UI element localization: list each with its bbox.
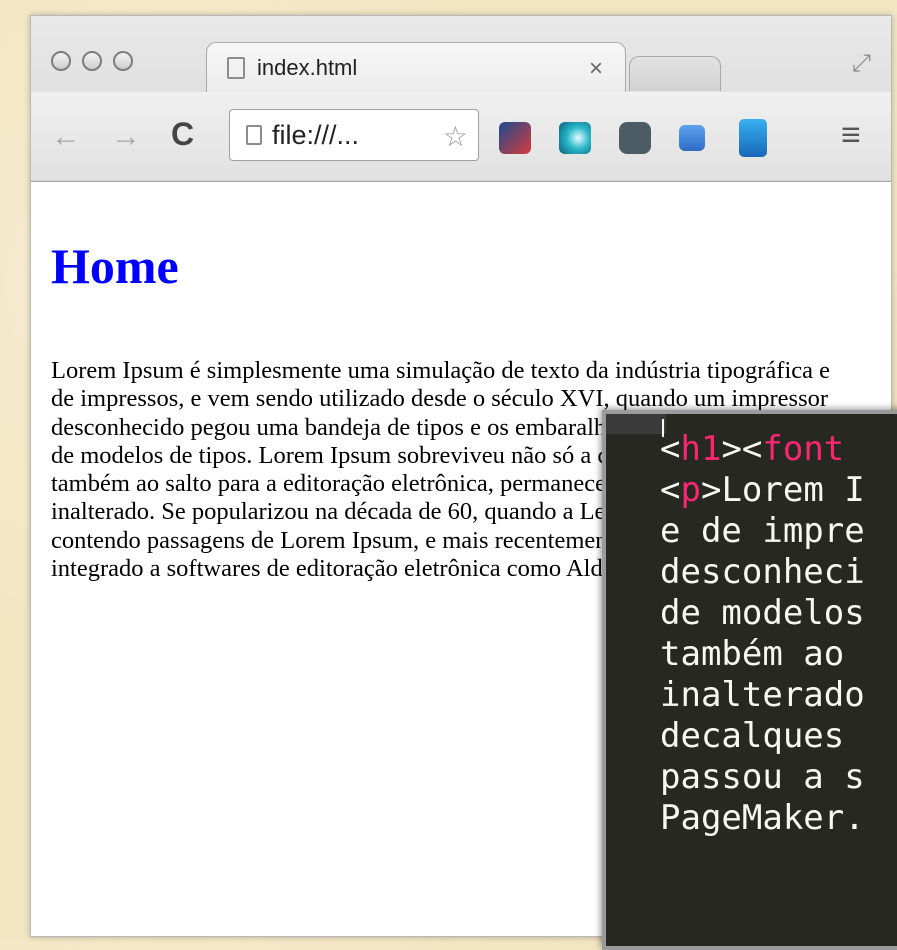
menu-button[interactable]: ≡ — [841, 116, 861, 155]
window-controls — [51, 51, 133, 71]
code-text: Lorem I — [721, 470, 865, 510]
document-icon — [227, 56, 245, 79]
calendar-icon[interactable] — [679, 125, 705, 151]
code-line-3: e de impre — [660, 511, 865, 551]
url-text[interactable]: file:///... — [272, 120, 359, 151]
page-icon — [246, 125, 262, 145]
pocket-icon[interactable] — [619, 122, 651, 154]
code-line-6: também ao — [660, 634, 865, 674]
close-window-button[interactable] — [51, 51, 71, 71]
code-line-1: <h1><font — [660, 429, 845, 469]
editor-gutter — [606, 414, 666, 434]
minimize-window-button[interactable] — [82, 51, 102, 71]
code-editor-panel: <h1><font <p>Lorem I e de impre desconhe… — [602, 410, 897, 950]
code-tag: font — [762, 429, 845, 469]
code-line-8: decalques — [660, 716, 865, 756]
browser-chrome: index.html × ⤢ ← → C file:///... ☆ ≡ — [31, 16, 891, 182]
swirl-icon[interactable] — [559, 122, 591, 154]
back-button[interactable]: ← — [51, 120, 81, 154]
reload-button[interactable]: C — [171, 116, 194, 153]
code-tag: p — [680, 470, 701, 510]
forward-button[interactable]: → — [111, 120, 141, 154]
bookmark-star-icon[interactable]: ☆ — [443, 120, 468, 153]
code-line-7: inalterado — [660, 675, 865, 715]
code-line-2: <p>Lorem I — [660, 470, 865, 510]
close-tab-icon[interactable]: × — [589, 55, 603, 83]
address-bar[interactable]: file:///... ☆ — [229, 109, 479, 161]
code-line-9: passou a s — [660, 757, 865, 797]
code-line-4: desconheci — [660, 552, 865, 592]
speaker-icon[interactable] — [739, 119, 767, 157]
fullscreen-icon[interactable]: ⤢ — [852, 50, 871, 78]
code-listing: <h1><font <p>Lorem I e de impre desconhe… — [660, 429, 865, 839]
new-tab-button[interactable] — [629, 56, 721, 91]
tab-index-html[interactable]: index.html × — [206, 42, 626, 92]
tab-title: index.html — [257, 54, 358, 80]
speed-dial-icon[interactable] — [499, 122, 531, 154]
page-heading: Home — [51, 238, 179, 294]
code-tag: h1 — [680, 429, 722, 469]
toolbar: ← → C file:///... ☆ ≡ — [31, 92, 891, 180]
code-line-5: de modelos — [660, 593, 865, 633]
code-line-10: PageMaker. — [660, 798, 865, 838]
maximize-window-button[interactable] — [113, 51, 133, 71]
